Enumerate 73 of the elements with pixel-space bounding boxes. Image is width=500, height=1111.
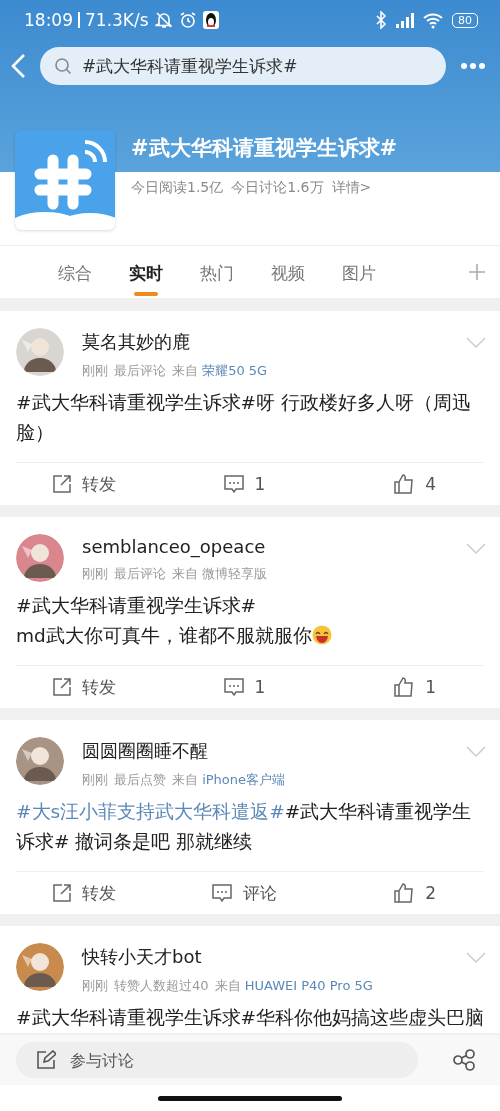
post-time: 刚刚 <box>82 771 108 789</box>
user-name[interactable]: 圆圆圈圈睡不醒 <box>82 739 286 763</box>
back-icon[interactable] <box>10 53 28 79</box>
tab[interactable]: 热门 <box>200 248 234 296</box>
post-time: 刚刚 <box>82 362 108 380</box>
post-text: #武大华科请重视学生诉求#华科你他妈搞这些虚头巴脑 <box>15 1006 485 1030</box>
tab[interactable]: 实时 <box>129 248 163 296</box>
user-name[interactable]: 快转小天才bot <box>82 945 373 969</box>
chevron-down-icon[interactable] <box>466 337 486 349</box>
comment-button[interactable]: 1 <box>178 463 310 505</box>
clock-time: 18:09 <box>24 10 73 30</box>
like-button[interactable]: 2 <box>310 872 484 914</box>
source-label: 来自 <box>172 772 198 787</box>
edit-icon <box>36 1050 56 1070</box>
source-label: 来自 <box>172 363 198 378</box>
user-name[interactable]: 莫名其妙的鹿 <box>82 330 268 354</box>
post-time: 刚刚 <box>82 565 108 583</box>
search-field[interactable]: #武大华科请重视学生诉求# <box>40 47 446 85</box>
thumbs-up-icon <box>393 882 416 904</box>
share-icon[interactable] <box>452 1049 476 1071</box>
topic-link[interactable]: #大s汪小菲支持武大华科遣返# <box>16 801 285 822</box>
source-device[interactable]: HUAWEI P40 Pro 5G <box>244 978 373 993</box>
chevron-down-icon[interactable] <box>466 952 486 964</box>
chevron-down-icon[interactable] <box>466 543 486 555</box>
post-activity: 最后评论 <box>114 362 166 380</box>
details-link[interactable]: 详情> <box>331 179 372 197</box>
comment-icon <box>222 474 245 494</box>
source-label: 来自 <box>172 566 198 581</box>
comment-icon <box>222 677 245 697</box>
muted-bell-icon <box>154 11 173 29</box>
wifi-icon <box>422 11 444 29</box>
source-device[interactable]: iPhone客户端 <box>202 772 286 787</box>
post-text: #武大华科请重视学生诉求# md武大你可真牛，谁都不服就服你 <box>0 583 500 651</box>
post-text: #大s汪小菲支持武大华科遣返##武大华科请重视学生诉求# 撤词条是吧 那就继续 <box>15 800 473 854</box>
source-device: 微博轻享版 <box>202 566 268 581</box>
comment-icon <box>211 883 233 903</box>
topic-stat: 今日讨论1.6万 <box>231 179 324 197</box>
comment-button[interactable]: 评论 <box>178 872 310 914</box>
post-time: 刚刚 <box>82 977 108 995</box>
tab[interactable]: 图片 <box>342 248 376 296</box>
post-text: #武大华科请重视学生诉求#呀 行政楼好多人呀（周迅脸） <box>15 391 472 445</box>
thumbs-up-icon <box>393 676 416 698</box>
laughing-emoji-icon <box>311 625 332 645</box>
bluetooth-icon <box>374 11 388 29</box>
thumbs-up-icon <box>393 473 416 495</box>
compose-field[interactable]: 参与讨论 <box>16 1042 418 1078</box>
user-name[interactable]: semblanceo_opeace <box>82 536 268 557</box>
post-activity: 最后评论 <box>114 565 166 583</box>
repost-button[interactable]: 转发 <box>16 666 178 708</box>
search-icon <box>54 57 72 75</box>
source-device[interactable]: 荣耀50 5G <box>202 363 268 378</box>
like-button[interactable]: 4 <box>310 463 484 505</box>
signal-icon <box>394 11 416 29</box>
topic-stat: 今日阅读1.5亿 <box>131 179 224 197</box>
network-speed: 71.3K/s <box>85 10 149 30</box>
like-button[interactable]: 1 <box>310 666 484 708</box>
comment-button[interactable]: 1 <box>178 666 310 708</box>
post-activity: 转赞人数超过40 <box>114 977 209 995</box>
plus-icon[interactable] <box>468 263 486 281</box>
penguin-icon <box>202 11 219 29</box>
repost-button[interactable]: 转发 <box>16 872 178 914</box>
tab[interactable]: 视频 <box>271 248 305 296</box>
repost-button[interactable]: 转发 <box>16 463 178 505</box>
post-activity: 最后点赞 <box>114 771 166 789</box>
tab[interactable]: 综合 <box>58 248 92 296</box>
hashtag-icon <box>15 130 115 230</box>
topic-title: #武大华科请重视学生诉求# <box>131 135 398 162</box>
battery-level: 80 <box>452 12 478 28</box>
chevron-down-icon[interactable] <box>466 746 486 758</box>
more-icon[interactable] <box>460 62 486 70</box>
source-label: 来自 <box>214 978 241 993</box>
alarm-icon <box>178 11 197 29</box>
home-indicator[interactable] <box>158 1095 342 1101</box>
